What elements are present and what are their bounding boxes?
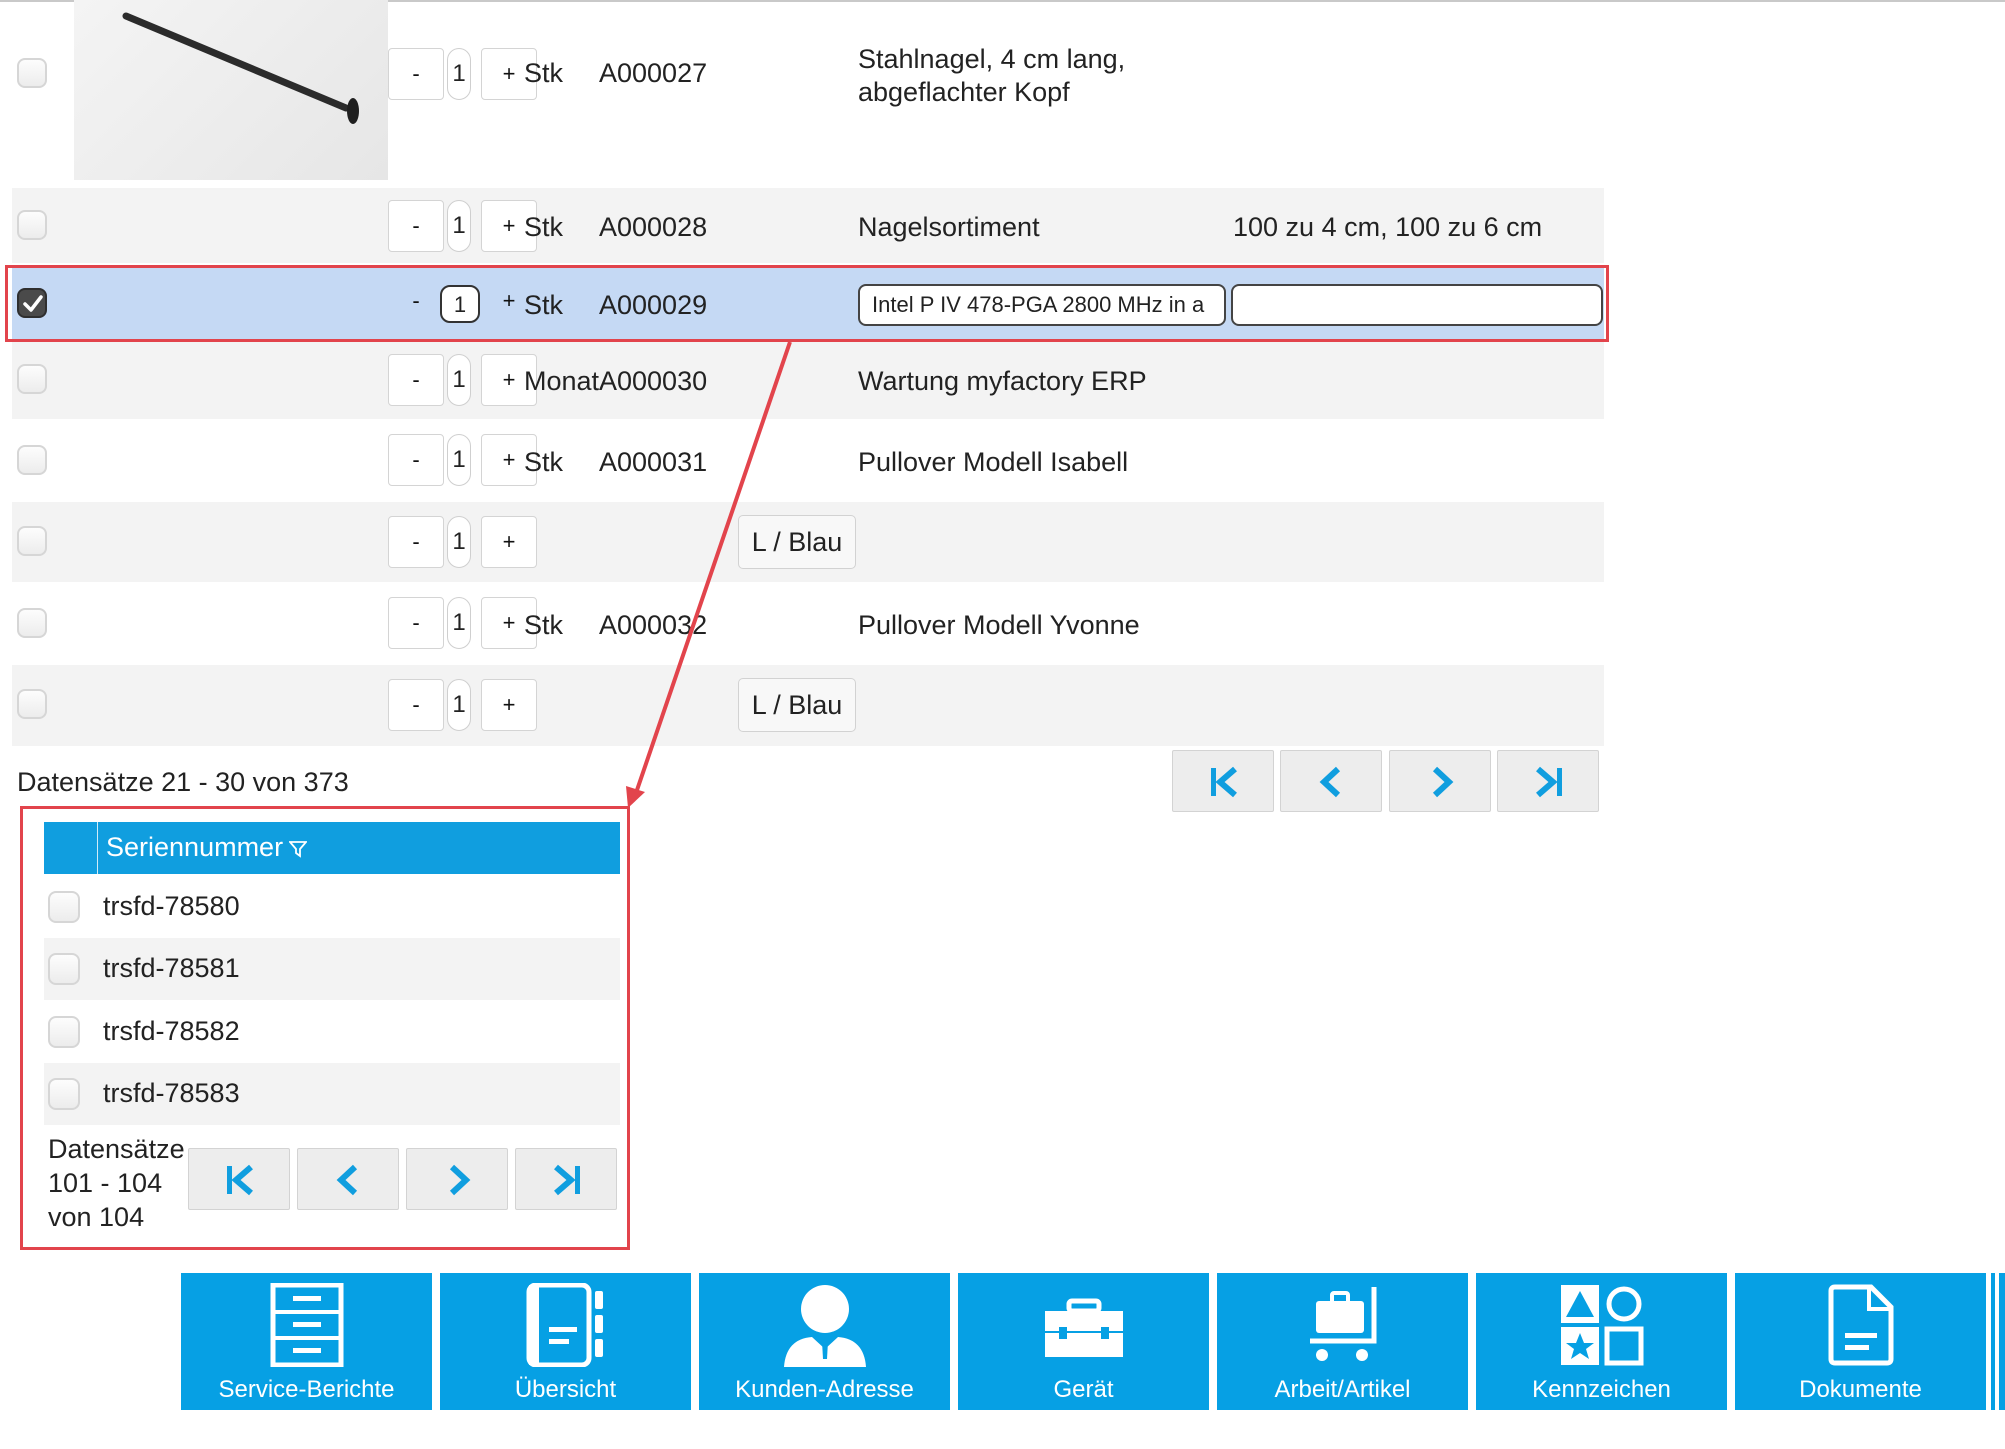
last-page-button[interactable] xyxy=(515,1148,617,1210)
toolbar-label: Service-Berichte xyxy=(218,1376,395,1403)
chevron-right-icon xyxy=(449,1164,471,1196)
records-info: Datensätze 21 - 30 von 373 xyxy=(17,767,349,797)
toolbar-label: Dokumente xyxy=(1799,1376,1922,1403)
serial-list-header: Seriennummer xyxy=(44,822,620,874)
cart-icon xyxy=(1309,1287,1376,1361)
toolbar-uebersicht[interactable]: Übersicht xyxy=(440,1273,691,1410)
prev-page-button[interactable] xyxy=(297,1148,399,1210)
next-page-button[interactable] xyxy=(406,1148,508,1210)
serial-number: trsfd-78582 xyxy=(103,1016,240,1046)
header-divider xyxy=(97,822,98,874)
serial-records-line: von 104 xyxy=(48,1202,145,1232)
serial-number: trsfd-78580 xyxy=(103,891,240,921)
serial-number: trsfd-78581 xyxy=(103,953,240,983)
serial-checkbox[interactable] xyxy=(48,953,80,985)
first-page-button[interactable] xyxy=(1172,750,1274,812)
toolbar-separator xyxy=(1995,1273,1999,1410)
last-page-icon xyxy=(554,1164,580,1196)
serial-records-line: 101 - 104 xyxy=(48,1168,163,1198)
chevron-right-icon xyxy=(1432,766,1454,798)
chevron-left-icon xyxy=(1319,766,1341,798)
toolbar-label: Gerät xyxy=(1053,1376,1114,1403)
chevron-left-icon xyxy=(336,1164,358,1196)
column-header-serial[interactable]: Seriennummer xyxy=(106,832,283,863)
document-icon xyxy=(1828,1284,1893,1366)
serial-list-item[interactable]: trsfd-78583 xyxy=(44,1063,620,1125)
last-page-icon xyxy=(1536,766,1562,798)
toolbar-kunden-adresse[interactable]: Kunden-Adresse xyxy=(699,1273,950,1410)
toolbar-dokumente[interactable]: Dokumente xyxy=(1735,1273,1986,1410)
toolbar-label: Arbeit/Artikel xyxy=(1274,1376,1411,1403)
notebook-icon xyxy=(526,1283,603,1367)
toolbar-service-berichte[interactable]: Service-Berichte xyxy=(181,1273,432,1410)
next-page-button[interactable] xyxy=(1389,750,1491,812)
person-icon xyxy=(783,1285,866,1367)
toolbar-label: Kennzeichen xyxy=(1532,1376,1671,1403)
serial-records-line: Datensätze xyxy=(48,1134,185,1164)
serial-list-item[interactable]: trsfd-78581 xyxy=(44,938,620,1000)
serial-checkbox[interactable] xyxy=(48,891,80,923)
serial-checkbox[interactable] xyxy=(48,1016,80,1048)
cabinet-icon xyxy=(270,1283,343,1367)
serial-number: trsfd-78583 xyxy=(103,1078,240,1108)
first-page-button[interactable] xyxy=(188,1148,290,1210)
serial-checkbox[interactable] xyxy=(48,1078,80,1110)
toolbar-more[interactable] xyxy=(1991,1273,2005,1410)
toolbar-geraet[interactable]: Gerät xyxy=(958,1273,1209,1410)
last-page-button[interactable] xyxy=(1497,750,1599,812)
toolbox-icon xyxy=(1044,1298,1123,1357)
toolbar-label: Übersicht xyxy=(514,1376,617,1403)
toolbar-kennzeichen[interactable]: Kennzeichen xyxy=(1476,1273,1727,1410)
shapes-icon xyxy=(1560,1285,1643,1366)
serial-list-item[interactable]: trsfd-78580 xyxy=(44,876,620,938)
serial-list-item[interactable]: trsfd-78582 xyxy=(44,1001,620,1063)
toolbar-arbeit-artikel[interactable]: Arbeit/Artikel xyxy=(1217,1273,1468,1410)
first-page-icon xyxy=(1211,766,1237,798)
serial-records-info: Datensätze 101 - 104 von 104 xyxy=(48,1132,185,1234)
filter-icon[interactable] xyxy=(289,840,307,858)
first-page-icon xyxy=(227,1164,253,1196)
toolbar-label: Kunden-Adresse xyxy=(735,1376,914,1403)
prev-page-button[interactable] xyxy=(1280,750,1382,812)
